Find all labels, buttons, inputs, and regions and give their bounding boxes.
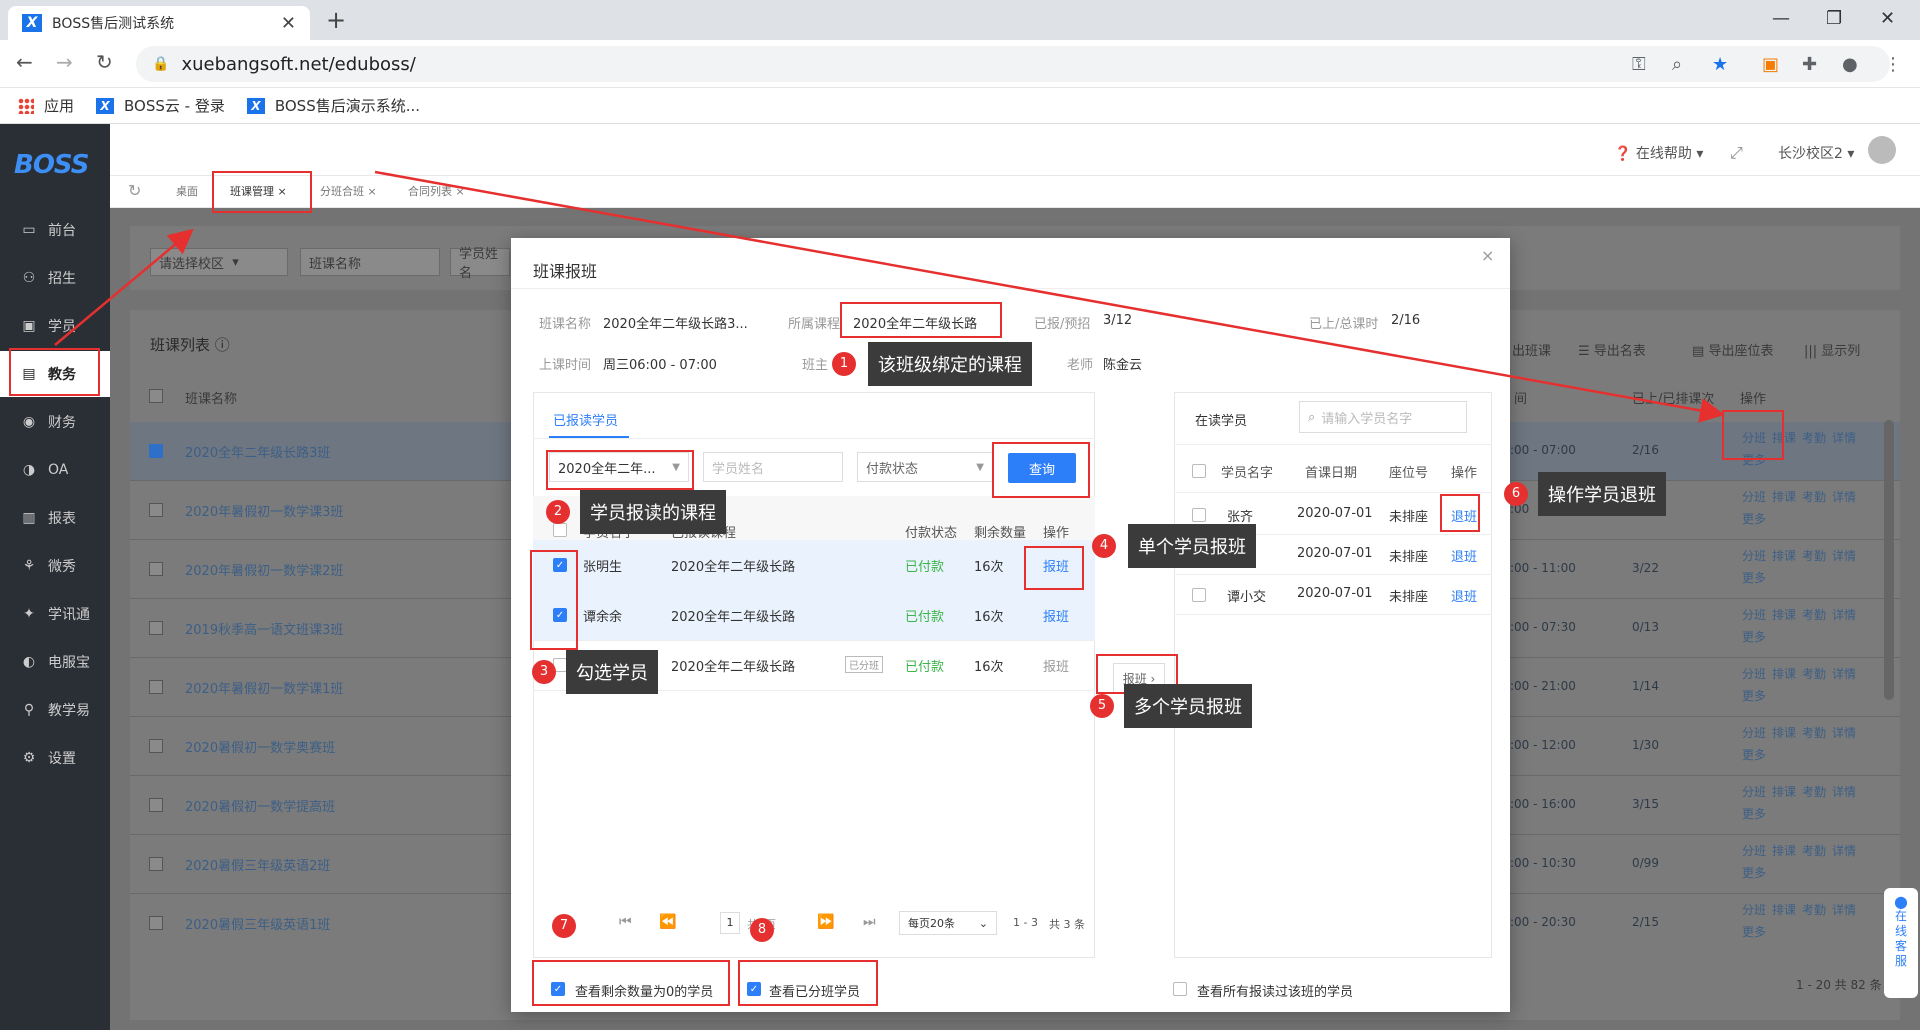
annotation-number: 1 [832, 352, 856, 376]
annotation-callout: 单个学员报班 [1128, 524, 1256, 568]
annotation-callout: 该班级绑定的课程 [868, 342, 1032, 386]
annotation-callout: 学员报读的课程 [580, 490, 726, 534]
annotation-callout: 勾选学员 [566, 650, 658, 694]
annotation-number: 7 [552, 914, 576, 938]
annotation-callout: 操作学员退班 [1538, 472, 1666, 516]
annotation-number: 4 [1092, 534, 1116, 558]
annotation-number: 8 [750, 918, 774, 942]
annotation-number: 3 [532, 660, 556, 684]
annotation-number: 2 [546, 500, 570, 524]
annotation-number: 6 [1504, 482, 1528, 506]
annotation-number: 5 [1090, 694, 1114, 718]
annotation-callout: 多个学员报班 [1124, 684, 1252, 728]
